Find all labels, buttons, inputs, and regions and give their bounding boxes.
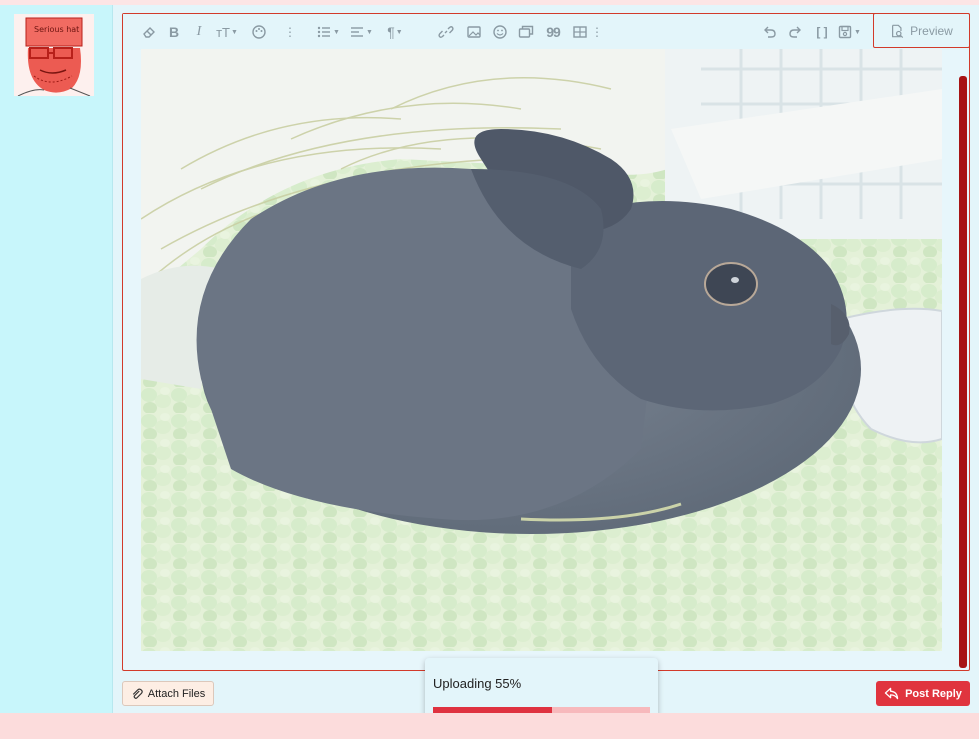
text-size-icon[interactable]: тТ ▼ — [214, 22, 240, 42]
avatar-image: Serious hat — [14, 14, 94, 96]
bold-icon[interactable]: B — [167, 22, 181, 42]
embedded-image — [141, 49, 942, 651]
align-icon[interactable]: ▼ — [348, 22, 374, 42]
italic-icon[interactable]: I — [192, 22, 206, 42]
paperclip-icon — [132, 688, 143, 699]
undo-icon[interactable] — [760, 22, 778, 42]
text-size-glyph: тТ — [216, 24, 230, 40]
message-editor[interactable]: B I тТ ▼ ⋮ ▼ ▼ ¶ ▼ 99 ⋮ [] ▼ Preview — [122, 13, 970, 671]
editor-toolbar: B I тТ ▼ ⋮ ▼ ▼ ¶ ▼ 99 ⋮ [] ▼ Preview — [123, 13, 970, 50]
emoji-icon[interactable] — [491, 22, 509, 42]
post-reply-button[interactable]: Post Reply — [876, 681, 970, 706]
list-icon[interactable]: ▼ — [315, 22, 341, 42]
paragraph-glyph: ¶ — [387, 24, 395, 40]
post-user-column: Serious hat — [0, 5, 113, 713]
media-icon[interactable] — [517, 22, 535, 42]
reply-icon — [884, 687, 899, 700]
table-icon[interactable] — [571, 22, 589, 42]
reply-area: B I тТ ▼ ⋮ ▼ ▼ ¶ ▼ 99 ⋮ [] ▼ Preview At… — [113, 5, 979, 713]
upload-status-text: Uploading 55% — [433, 676, 522, 691]
bottom-strip — [0, 713, 979, 739]
chevron-down-icon: ▼ — [395, 28, 403, 36]
chevron-down-icon: ▼ — [366, 28, 373, 36]
attach-files-button[interactable]: Attach Files — [122, 681, 214, 706]
redo-icon[interactable] — [787, 22, 805, 42]
more-vertical-icon[interactable]: ⋮ — [284, 22, 296, 42]
bbcode-brackets-icon[interactable]: [ ] — [813, 22, 831, 42]
preview-icon — [892, 24, 904, 38]
drafts-icon[interactable]: ▼ — [836, 22, 862, 42]
avatar-caption: Serious hat — [34, 25, 79, 34]
chevron-down-icon: ▼ — [854, 28, 861, 36]
eraser-icon[interactable] — [140, 22, 158, 42]
post-reply-label: Post Reply — [905, 687, 962, 700]
attach-files-label: Attach Files — [147, 687, 206, 700]
preview-button[interactable]: Preview — [873, 13, 970, 48]
quote-icon[interactable]: 99 — [543, 22, 563, 42]
palette-icon[interactable] — [250, 22, 268, 42]
chevron-down-icon: ▼ — [230, 28, 238, 36]
link-icon[interactable] — [437, 22, 455, 42]
image-icon[interactable] — [465, 22, 483, 42]
avatar[interactable]: Serious hat — [14, 14, 94, 96]
editor-content[interactable] — [141, 49, 942, 651]
editor-scrollbar[interactable] — [959, 76, 967, 668]
preview-label: Preview — [910, 23, 953, 38]
chevron-down-icon: ▼ — [333, 28, 340, 36]
more-vertical-icon[interactable]: ⋮ — [591, 22, 603, 42]
paragraph-icon[interactable]: ¶ ▼ — [382, 22, 408, 42]
